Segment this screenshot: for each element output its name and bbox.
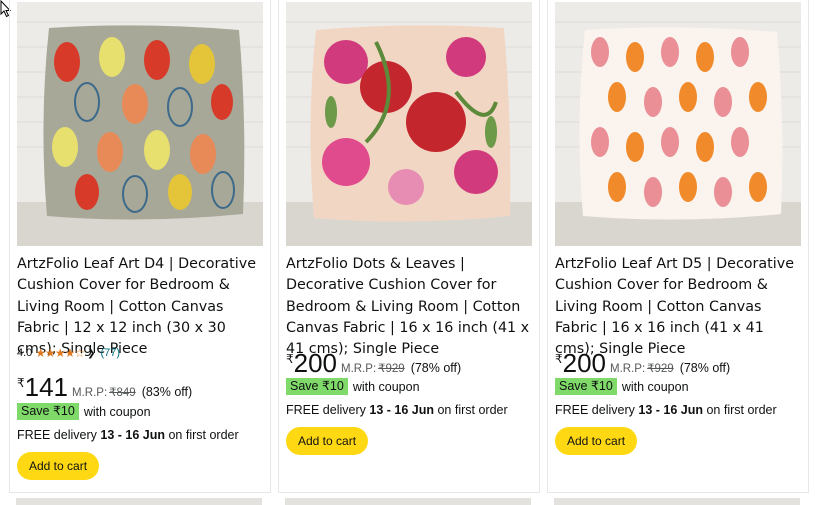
- delivery-dates: 13 - 16 Jun: [369, 403, 434, 417]
- currency-symbol: ₹: [555, 352, 563, 366]
- coupon-badge: Save ₹10: [555, 378, 617, 395]
- delivery-dates: 13 - 16 Jun: [638, 403, 703, 417]
- discount-percent: (78% off): [410, 361, 462, 375]
- discount-percent: (78% off): [679, 361, 731, 375]
- delivery-info: FREE delivery 13 - 16 Jun on first order: [17, 428, 239, 442]
- price: 141: [24, 372, 69, 402]
- product-image[interactable]: [555, 2, 801, 246]
- next-row-product-image[interactable]: [554, 498, 800, 505]
- coupon-text: with coupon: [83, 404, 151, 419]
- product-title[interactable]: ArtzFolio Leaf Art D4 | Decorative Cushi…: [17, 254, 263, 360]
- coupon-row: Save ₹10 with coupon: [17, 403, 151, 420]
- price-block: ₹ 200 M.R.P: ₹929 (78% off): [555, 350, 730, 376]
- add-to-cart-button[interactable]: Add to cart: [17, 452, 100, 480]
- product-title[interactable]: ArtzFolio Leaf Art D5 | Decorative Cushi…: [555, 254, 801, 360]
- product-image[interactable]: [286, 2, 532, 246]
- price: 200: [562, 348, 607, 378]
- mrp-label: M.R.P:: [610, 363, 646, 375]
- next-row-product-image[interactable]: [285, 498, 531, 505]
- product-image[interactable]: [17, 2, 263, 246]
- star-rating-icon[interactable]: ★★★★☆: [35, 346, 85, 360]
- product-rating[interactable]: 4.0 ★★★★☆ ❯ (77): [17, 346, 120, 360]
- review-count-link[interactable]: (77): [100, 347, 120, 359]
- delivery-info: FREE delivery 13 - 16 Jun on first order: [555, 403, 777, 417]
- delivery-dates: 13 - 16 Jun: [100, 428, 165, 442]
- coupon-text: with coupon: [352, 379, 420, 394]
- coupon-row: Save ₹10 with coupon: [555, 378, 689, 395]
- mrp-value: ₹849: [109, 387, 136, 399]
- mrp-value: ₹929: [378, 363, 405, 375]
- product-card[interactable]: ArtzFolio Leaf Art D4 | Decorative Cushi…: [9, 0, 271, 493]
- product-card[interactable]: ArtzFolio Dots & Leaves | Decorative Cus…: [278, 0, 540, 493]
- rating-value: 4.0: [17, 347, 33, 359]
- delivery-prefix: FREE delivery: [17, 428, 97, 442]
- delivery-prefix: FREE delivery: [555, 403, 635, 417]
- mrp-label: M.R.P:: [72, 387, 108, 399]
- mrp-value: ₹929: [647, 363, 674, 375]
- delivery-prefix: FREE delivery: [286, 403, 366, 417]
- delivery-suffix: on first order: [437, 403, 508, 417]
- product-card[interactable]: ArtzFolio Leaf Art D5 | Decorative Cushi…: [547, 0, 809, 493]
- currency-symbol: ₹: [286, 352, 294, 366]
- price-block: ₹ 141 M.R.P: ₹849 (83% off): [17, 374, 192, 400]
- discount-percent: (83% off): [141, 385, 193, 399]
- coupon-row: Save ₹10 with coupon: [286, 378, 420, 395]
- next-row-product-image[interactable]: [16, 498, 262, 505]
- mrp-label: M.R.P:: [341, 363, 377, 375]
- price-block: ₹ 200 M.R.P: ₹929 (78% off): [286, 350, 461, 376]
- delivery-info: FREE delivery 13 - 16 Jun on first order: [286, 403, 508, 417]
- coupon-badge: Save ₹10: [286, 378, 348, 395]
- currency-symbol: ₹: [17, 376, 25, 390]
- add-to-cart-button[interactable]: Add to cart: [555, 427, 638, 455]
- add-to-cart-button[interactable]: Add to cart: [286, 427, 369, 455]
- coupon-badge: Save ₹10: [17, 403, 79, 420]
- delivery-suffix: on first order: [706, 403, 777, 417]
- price: 200: [293, 348, 338, 378]
- coupon-text: with coupon: [621, 379, 689, 394]
- chevron-down-icon[interactable]: ❯: [87, 348, 95, 359]
- delivery-suffix: on first order: [168, 428, 239, 442]
- product-title[interactable]: ArtzFolio Dots & Leaves | Decorative Cus…: [286, 254, 532, 360]
